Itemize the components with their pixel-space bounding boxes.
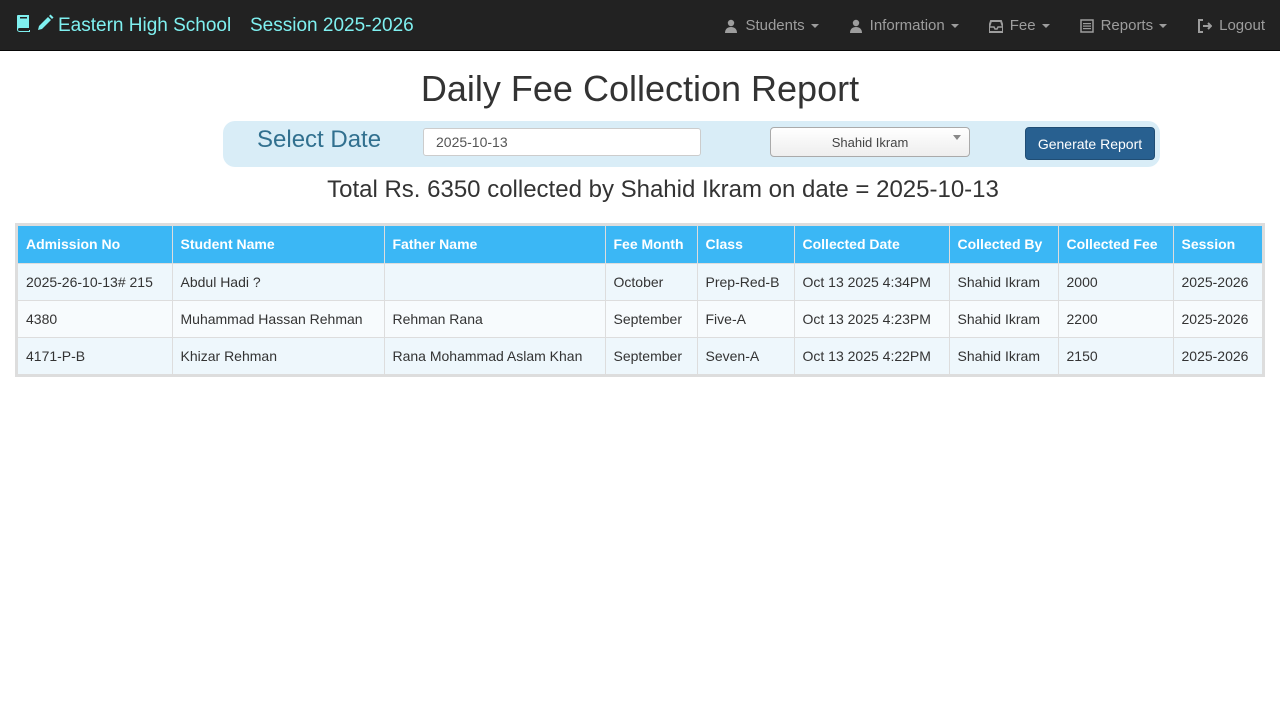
user-icon	[724, 19, 738, 33]
cell-admission-no: 4171-P-B	[18, 336, 173, 374]
top-navbar: Eastern High School Session 2025-2026 St…	[0, 0, 1280, 51]
cell-collected-fee: 2200	[1058, 299, 1174, 337]
logout-icon	[1197, 18, 1213, 33]
table-row: 2025-26-10-13# 215 Abdul Hadi ? October …	[18, 262, 1262, 300]
cell-collected-date: Oct 13 2025 4:23PM	[794, 299, 950, 337]
date-input[interactable]	[423, 128, 701, 156]
list-alt-icon	[1079, 18, 1094, 33]
table-row: 4171-P-B Khizar Rehman Rana Mohammad Asl…	[18, 336, 1262, 374]
user-icon	[849, 19, 863, 33]
cell-session: 2025-2026	[1173, 299, 1262, 337]
nav-information[interactable]: Information	[834, 0, 974, 51]
cell-collected-by: Shahid Ikram	[949, 299, 1059, 337]
nav-students[interactable]: Students	[709, 0, 833, 51]
caret-down-icon	[810, 23, 819, 28]
header-father-name: Father Name	[384, 226, 606, 263]
cell-father-name: Rana Mohammad Aslam Khan	[384, 336, 606, 374]
nav-menu: Students Information Fee Reports Logout	[709, 0, 1280, 51]
nav-students-label: Students	[745, 17, 805, 34]
cell-class: Prep-Red-B	[697, 262, 795, 300]
nav-fee-label: Fee	[1009, 17, 1036, 34]
cell-father-name: Rehman Rana	[384, 299, 606, 337]
pencil-icon	[36, 14, 54, 38]
dropdown-arrow-icon	[953, 135, 961, 140]
cell-fee-month: October	[605, 262, 698, 300]
table-header-row: Admission No Student Name Father Name Fe…	[18, 226, 1262, 263]
cell-admission-no: 4380	[18, 299, 173, 337]
fee-table-container: Admission No Student Name Father Name Fe…	[15, 223, 1265, 377]
cell-collected-fee: 2000	[1058, 262, 1174, 300]
cell-class: Five-A	[697, 299, 795, 337]
nav-fee[interactable]: Fee	[974, 0, 1065, 51]
collector-select[interactable]: Shahid Ikram	[770, 127, 970, 157]
cell-class: Seven-A	[697, 336, 795, 374]
school-name: Eastern High School	[58, 14, 232, 36]
brand[interactable]: Eastern High School	[16, 0, 231, 51]
header-class: Class	[697, 226, 795, 263]
page-title: Daily Fee Collection Report	[420, 68, 860, 109]
cell-student-name: Abdul Hadi ?	[172, 262, 385, 300]
nav-logout-label: Logout	[1219, 17, 1265, 34]
caret-down-icon	[950, 23, 959, 28]
nav-logout[interactable]: Logout	[1182, 0, 1280, 51]
inbox-icon	[988, 19, 1003, 33]
header-admission-no: Admission No	[18, 226, 173, 263]
cell-collected-date: Oct 13 2025 4:22PM	[794, 336, 950, 374]
nav-information-label: Information	[869, 17, 945, 34]
cell-fee-month: September	[605, 299, 698, 337]
cell-student-name: Khizar Rehman	[172, 336, 385, 374]
caret-down-icon	[1159, 23, 1168, 28]
cell-session: 2025-2026	[1173, 262, 1262, 300]
nav-reports-label: Reports	[1100, 17, 1154, 34]
total-summary: Total Rs. 6350 collected by Shahid Ikram…	[327, 176, 999, 203]
cell-admission-no: 2025-26-10-13# 215	[18, 262, 173, 300]
cell-fee-month: September	[605, 336, 698, 374]
header-session: Session	[1173, 226, 1262, 263]
filter-bar: Select Date Shahid Ikram Generate Report	[223, 121, 1160, 167]
header-collected-date: Collected Date	[794, 226, 950, 263]
header-collected-by: Collected By	[949, 226, 1059, 263]
collector-selected-value: Shahid Ikram	[831, 134, 909, 150]
cell-student-name: Muhammad Hassan Rehman	[172, 299, 385, 337]
header-collected-fee: Collected Fee	[1058, 226, 1174, 263]
fee-collection-table: Admission No Student Name Father Name Fe…	[18, 226, 1262, 374]
book-icon	[16, 14, 32, 38]
nav-reports[interactable]: Reports	[1065, 0, 1183, 51]
caret-down-icon	[1041, 23, 1050, 28]
cell-session: 2025-2026	[1173, 336, 1262, 374]
header-fee-month: Fee Month	[605, 226, 698, 263]
cell-collected-date: Oct 13 2025 4:34PM	[794, 262, 950, 300]
table-row: 4380 Muhammad Hassan Rehman Rehman Rana …	[18, 299, 1262, 337]
session-label: Session 2025-2026	[250, 14, 414, 36]
select-date-label: Select Date	[257, 126, 382, 153]
generate-report-button[interactable]: Generate Report	[1025, 127, 1155, 160]
cell-collected-by: Shahid Ikram	[949, 262, 1059, 300]
header-student-name: Student Name	[172, 226, 385, 263]
cell-father-name	[384, 262, 606, 300]
cell-collected-fee: 2150	[1058, 336, 1174, 374]
cell-collected-by: Shahid Ikram	[949, 336, 1059, 374]
